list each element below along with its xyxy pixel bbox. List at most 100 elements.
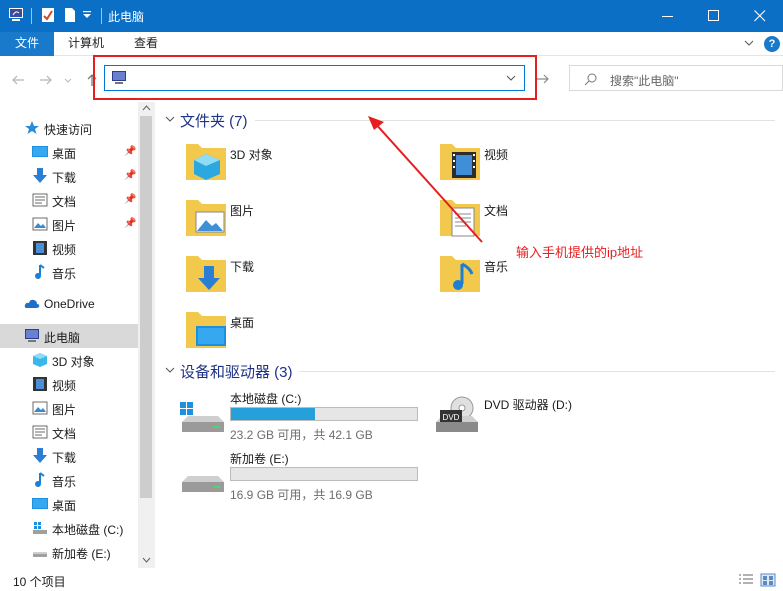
tab-computer[interactable]: 计算机 bbox=[68, 32, 104, 56]
window-title: 此电脑 bbox=[108, 10, 145, 24]
sidebar-item-label: 音乐 bbox=[52, 475, 77, 489]
music-icon bbox=[35, 264, 45, 279]
tab-view[interactable]: 查看 bbox=[134, 32, 158, 56]
scroll-up-icon[interactable] bbox=[142, 104, 151, 112]
sidebar-item-label: 新加卷 (E:) bbox=[52, 547, 111, 561]
sidebar-item-volume-e[interactable]: 新加卷 (E:) bbox=[0, 540, 138, 564]
minimize-icon bbox=[662, 16, 673, 17]
title-bar: 此电脑 bbox=[0, 0, 783, 32]
details-view-icon[interactable] bbox=[738, 573, 754, 587]
picture-icon bbox=[32, 401, 48, 415]
annotation-arrow bbox=[368, 116, 483, 243]
sidebar-item-desktop[interactable]: 桌面 bbox=[0, 492, 138, 516]
separator bbox=[31, 8, 32, 24]
sidebar-item-download[interactable]: 下载 📌 bbox=[0, 164, 138, 188]
video-icon bbox=[33, 241, 47, 255]
pin-icon[interactable]: 📌 bbox=[124, 146, 136, 157]
folder-downloads[interactable]: 下载 bbox=[184, 252, 434, 304]
pin-icon[interactable]: 📌 bbox=[124, 170, 136, 181]
new-folder-icon[interactable] bbox=[62, 7, 78, 23]
dvd-drive-icon: DVD bbox=[436, 396, 478, 432]
annotation-text: 输入手机提供的ip地址 bbox=[516, 245, 644, 260]
devices-group-header[interactable]: 设备和驱动器 (3) bbox=[165, 361, 775, 381]
sidebar-item-videos[interactable]: 视频 bbox=[0, 372, 138, 396]
3d-objects-icon bbox=[33, 353, 47, 367]
collapse-chevron-icon bbox=[165, 367, 175, 373]
drive-usage-bar bbox=[230, 407, 418, 421]
sidebar-item-this-pc[interactable]: 此电脑 bbox=[0, 324, 138, 348]
group-title: 设备和驱动器 (3) bbox=[180, 364, 293, 381]
folder-name: 下载 bbox=[230, 260, 255, 274]
sidebar-item-label: 下载 bbox=[52, 171, 77, 185]
drive-space: 16.9 GB 可用，共 16.9 GB bbox=[230, 488, 373, 502]
sidebar-item-music[interactable]: 音乐 bbox=[0, 468, 138, 492]
maximize-button[interactable] bbox=[691, 0, 737, 32]
properties-icon[interactable] bbox=[40, 7, 56, 23]
pin-icon[interactable]: 📌 bbox=[124, 194, 136, 205]
minimize-button[interactable] bbox=[645, 0, 691, 32]
scrollbar-thumb[interactable] bbox=[140, 116, 152, 498]
sidebar-item-label: 文档 bbox=[52, 427, 77, 441]
divider bbox=[255, 120, 775, 121]
sidebar-item-pictures[interactable]: 图片 bbox=[0, 396, 138, 420]
sidebar-item-music[interactable]: 音乐 bbox=[0, 260, 138, 284]
group-title: 文件夹 (7) bbox=[180, 113, 248, 130]
sidebar-scrollbar[interactable] bbox=[138, 102, 155, 568]
pin-icon[interactable]: 📌 bbox=[124, 218, 136, 229]
large-icons-view-icon[interactable] bbox=[760, 573, 776, 587]
sidebar-item-label: 下载 bbox=[52, 451, 77, 465]
folder-desktop[interactable]: 桌面 bbox=[184, 308, 434, 360]
recent-locations-chevron-icon[interactable] bbox=[64, 72, 72, 88]
close-icon bbox=[754, 10, 766, 22]
divider bbox=[299, 371, 775, 372]
tab-file[interactable]: 文件 bbox=[0, 32, 54, 56]
sidebar-item-documents[interactable]: 文档 📌 bbox=[0, 188, 138, 212]
back-arrow-icon[interactable] bbox=[10, 72, 26, 88]
local-disk-icon bbox=[180, 402, 224, 432]
download-icon bbox=[33, 448, 47, 463]
drive-icon bbox=[33, 552, 47, 557]
navigation-pane: 快速访问 桌面 📌 下载 📌 文档 📌 图片 📌 视频 音乐 OneDrive … bbox=[0, 102, 155, 568]
sidebar-item-quick-access[interactable]: 快速访问 bbox=[0, 116, 138, 140]
sidebar-item-onedrive[interactable]: OneDrive bbox=[0, 292, 138, 316]
expand-ribbon-chevron-icon[interactable] bbox=[744, 38, 754, 48]
item-count: 10 个项目 bbox=[13, 575, 66, 589]
sidebar-item-label: 文档 bbox=[52, 195, 77, 209]
document-icon bbox=[32, 425, 48, 439]
help-button[interactable]: ? bbox=[764, 36, 780, 52]
sidebar-item-3d-objects[interactable]: 3D 对象 bbox=[0, 348, 138, 372]
close-button[interactable] bbox=[737, 0, 783, 32]
sidebar-item-desktop[interactable]: 桌面 📌 bbox=[0, 140, 138, 164]
video-icon bbox=[33, 377, 47, 391]
drive-name: DVD 驱动器 (D:) bbox=[484, 398, 572, 412]
sidebar-item-download[interactable]: 下载 bbox=[0, 444, 138, 468]
drive-volume-e[interactable]: 新加卷 (E:) 16.9 GB 可用，共 16.9 GB bbox=[180, 450, 430, 506]
search-box[interactable]: 搜索"此电脑" bbox=[569, 65, 783, 91]
downloads-folder-icon bbox=[186, 256, 226, 292]
document-icon bbox=[32, 193, 48, 207]
customize-toolbar-chevron-icon[interactable] bbox=[82, 10, 92, 20]
svg-text:DVD: DVD bbox=[443, 413, 460, 422]
sidebar-item-pictures[interactable]: 图片 📌 bbox=[0, 212, 138, 236]
scroll-down-icon[interactable] bbox=[142, 556, 151, 564]
drive-local-disk-c[interactable]: 本地磁盘 (C:) 23.2 GB 可用，共 42.1 GB bbox=[180, 390, 430, 446]
sidebar-item-videos[interactable]: 视频 bbox=[0, 236, 138, 260]
desktop-folder-icon bbox=[186, 312, 226, 348]
drive-dvd-d[interactable]: DVD DVD 驱动器 (D:) bbox=[434, 396, 634, 452]
local-disk-icon bbox=[33, 522, 47, 534]
go-arrow-icon[interactable] bbox=[536, 72, 550, 86]
folder-name: 图片 bbox=[230, 204, 255, 218]
music-folder-icon bbox=[440, 256, 480, 292]
sidebar-item-local-disk-c[interactable]: 本地磁盘 (C:) bbox=[0, 516, 138, 540]
this-pc-icon[interactable] bbox=[8, 7, 24, 23]
sidebar-item-documents[interactable]: 文档 bbox=[0, 420, 138, 444]
star-icon bbox=[25, 121, 39, 134]
folder-name: 桌面 bbox=[230, 316, 255, 330]
sidebar-item-label: 此电脑 bbox=[44, 331, 81, 345]
folder-name: 3D 对象 bbox=[230, 148, 273, 162]
status-bar: 10 个项目 bbox=[0, 568, 783, 591]
drive-space: 23.2 GB 可用，共 42.1 GB bbox=[230, 428, 373, 442]
forward-arrow-icon[interactable] bbox=[38, 72, 54, 88]
highlight-box bbox=[93, 55, 537, 100]
picture-icon bbox=[32, 217, 48, 231]
